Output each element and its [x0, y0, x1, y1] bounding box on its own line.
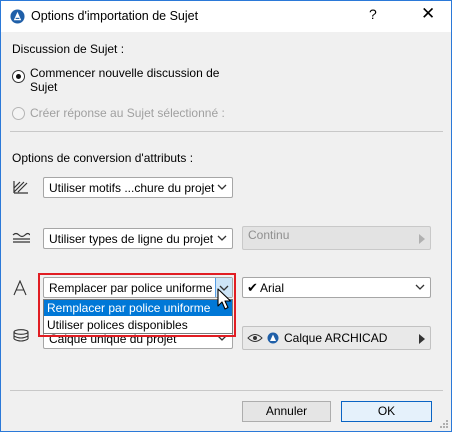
hatch-conversion-select[interactable]: Utiliser motifs ...chure du projet	[43, 177, 233, 198]
discussion-heading: Discussion de Sujet :	[12, 42, 125, 56]
resize-grip-icon[interactable]	[437, 417, 449, 429]
line-type-value: Utiliser types de ligne du projet	[49, 232, 214, 246]
checkmark-icon: ✔	[247, 280, 258, 295]
layer-sub-value: Calque ARCHICAD	[284, 331, 388, 345]
close-button[interactable]: ✕	[421, 4, 435, 24]
font-letter-icon	[13, 280, 27, 296]
title-bar: Options d'importation de Sujet ? ✕	[1, 1, 451, 32]
new-discussion-label-line2[interactable]: Sujet	[30, 80, 57, 94]
font-sub-select[interactable]: ✔ Arial	[242, 277, 431, 298]
cancel-button[interactable]: Annuler	[242, 401, 331, 422]
line-type-sub-select: Continu	[242, 226, 431, 250]
reply-topic-radio	[12, 107, 25, 120]
conversion-heading: Options de conversion d'attributs :	[12, 151, 194, 165]
chevron-down-icon	[217, 235, 227, 241]
mouse-cursor-icon	[217, 288, 232, 310]
section-divider	[10, 131, 443, 132]
reply-topic-label: Créer réponse au Sujet sélectionné :	[30, 106, 225, 120]
line-type-select[interactable]: Utiliser types de ligne du projet	[43, 228, 233, 249]
eye-icon	[247, 334, 263, 342]
new-discussion-label-line1[interactable]: Commencer nouvelle discussion de	[30, 66, 219, 80]
arrow-right-icon	[419, 234, 425, 244]
ok-button[interactable]: OK	[341, 401, 432, 422]
import-options-dialog: Options d'importation de Sujet ? ✕ Discu…	[0, 0, 452, 432]
footer-divider	[10, 390, 443, 391]
chevron-down-icon	[415, 284, 425, 290]
archicad-layer-icon	[267, 332, 279, 344]
layers-icon	[13, 329, 29, 342]
font-sub-value: Arial	[260, 281, 285, 295]
archicad-app-icon	[10, 9, 25, 24]
line-type-icon	[12, 232, 30, 243]
dialog-title: Options d'importation de Sujet	[31, 9, 199, 23]
hatch-conversion-value: Utiliser motifs ...chure du projet	[49, 181, 215, 195]
highlight-annotation-box	[38, 273, 236, 337]
fill-hatch-icon	[13, 181, 28, 194]
chevron-down-icon	[217, 184, 227, 190]
line-type-sub-value: Continu	[248, 228, 290, 242]
help-button[interactable]: ?	[369, 6, 377, 22]
layer-sub-select[interactable]: Calque ARCHICAD	[242, 326, 431, 350]
arrow-right-icon	[419, 334, 425, 344]
new-discussion-radio[interactable]	[12, 70, 25, 83]
